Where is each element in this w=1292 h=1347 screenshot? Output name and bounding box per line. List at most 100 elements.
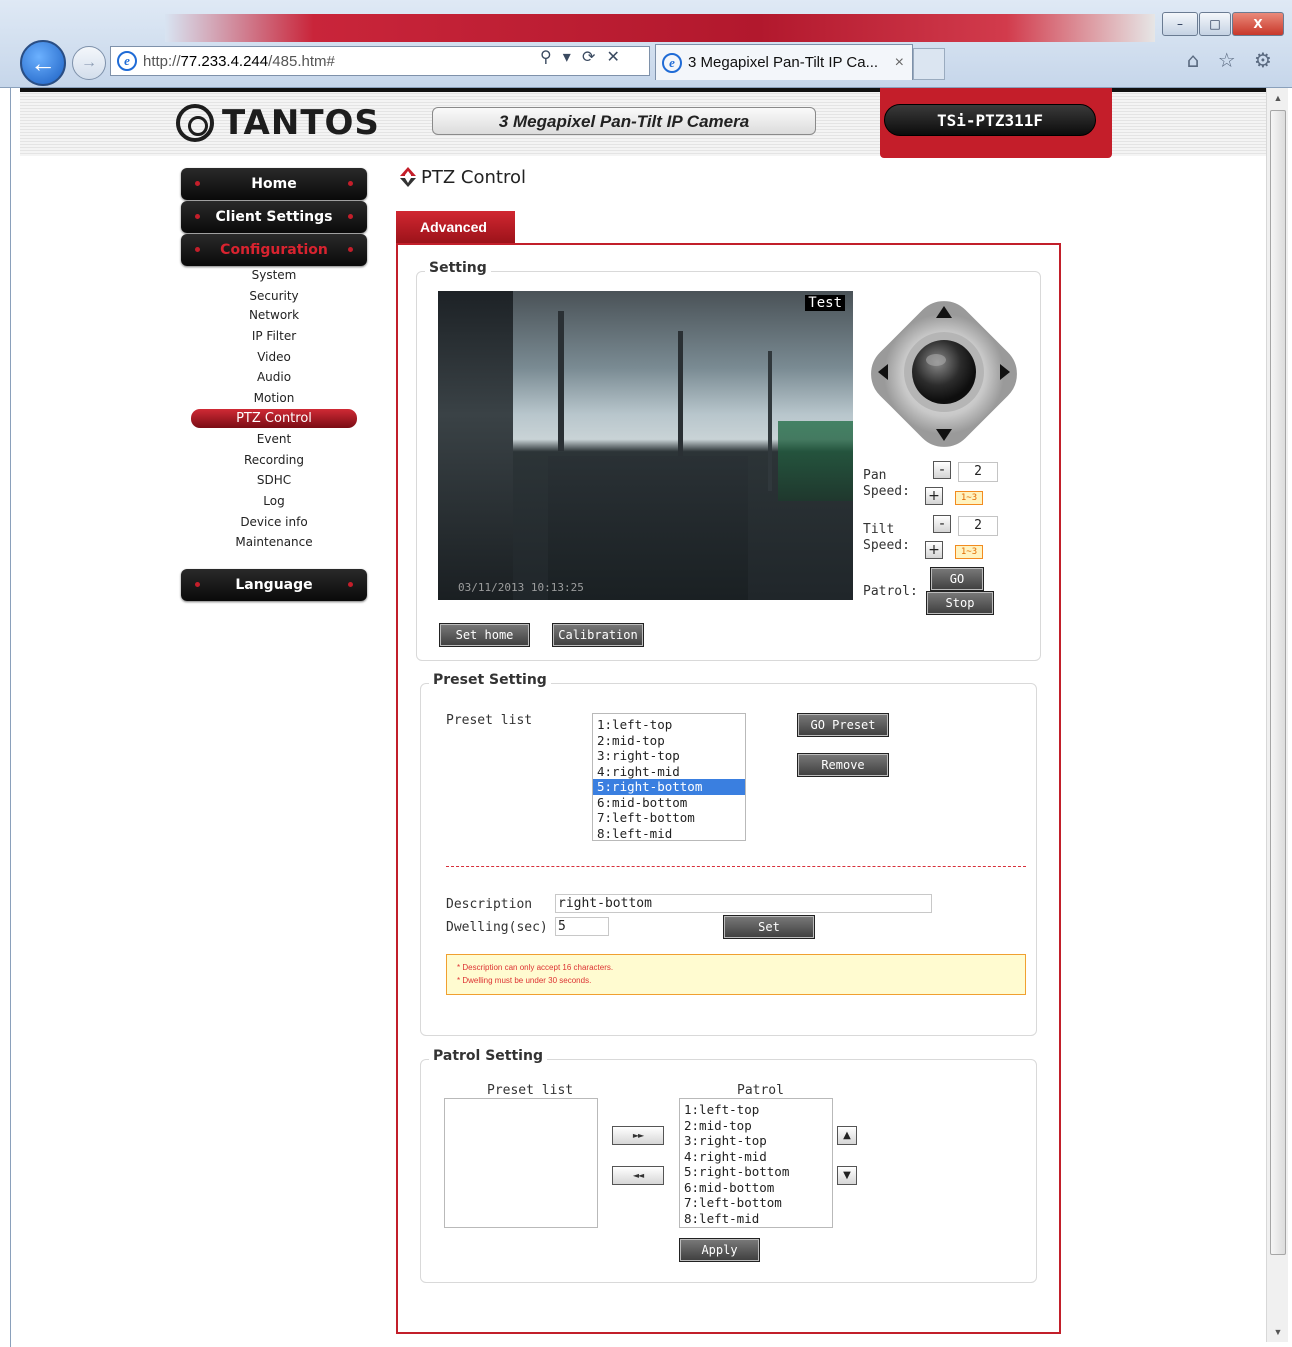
subnav-ip-filter[interactable]: IP Filter bbox=[181, 329, 367, 343]
pan-speed-value: 2 bbox=[958, 462, 998, 482]
subnav-network[interactable]: Network bbox=[181, 308, 367, 322]
subnav-video[interactable]: Video bbox=[181, 350, 367, 364]
setting-legend: Setting bbox=[425, 260, 491, 276]
camera-title: 3 Megapixel Pan-Tilt IP Camera bbox=[432, 107, 816, 135]
window-close-button[interactable]: X bbox=[1232, 12, 1284, 36]
tilt-speed-decrease-button[interactable]: - bbox=[933, 515, 951, 533]
patrol-preset-listbox[interactable] bbox=[444, 1098, 598, 1228]
subnav-system[interactable]: System bbox=[181, 268, 367, 282]
subnav-audio[interactable]: Audio bbox=[181, 370, 367, 384]
page-title-text: PTZ Control bbox=[421, 166, 526, 188]
validation-note: * Description can only accept 16 charact… bbox=[446, 954, 1026, 995]
preset-listbox[interactable]: 1:left-top 2:mid-top 3:right-top 4:right… bbox=[592, 713, 746, 841]
patrol-setting-legend: Patrol Setting bbox=[429, 1048, 547, 1064]
video-timestamp: 03/11/2013 10:13:25 bbox=[458, 581, 584, 594]
list-item[interactable]: 4:right-mid bbox=[680, 1149, 832, 1165]
patrol-preset-list-header: Preset list bbox=[487, 1083, 574, 1098]
preset-list-label: Preset list bbox=[446, 713, 533, 728]
list-item[interactable]: 5:right-bottom bbox=[680, 1164, 832, 1180]
video-scene-pillar bbox=[768, 351, 772, 491]
back-button[interactable]: ← bbox=[20, 40, 66, 86]
subnav-log[interactable]: Log bbox=[181, 494, 367, 508]
list-item[interactable]: 7:left-bottom bbox=[680, 1195, 832, 1211]
subnav-sdhc[interactable]: SDHC bbox=[181, 473, 367, 487]
maximize-button[interactable]: □ bbox=[1199, 12, 1231, 36]
dwelling-input[interactable]: 5 bbox=[555, 917, 609, 936]
refresh-icon[interactable]: ⟳ bbox=[582, 47, 598, 66]
tantos-logo-icon bbox=[176, 104, 214, 142]
list-item[interactable]: 7:left-bottom bbox=[593, 810, 745, 826]
tab-advanced[interactable]: Advanced bbox=[396, 211, 515, 244]
subnav-security[interactable]: Security bbox=[181, 289, 367, 303]
subnav-recording[interactable]: Recording bbox=[181, 453, 367, 467]
apply-patrol-button[interactable]: Apply bbox=[679, 1238, 760, 1262]
move-down-button[interactable]: ▼ bbox=[837, 1166, 857, 1185]
dwelling-label: Dwelling(sec) bbox=[446, 920, 548, 935]
section-divider bbox=[446, 866, 1026, 867]
ptz-joystick[interactable] bbox=[866, 296, 1022, 452]
list-item[interactable]: 8:left-mid bbox=[680, 1211, 832, 1227]
scroll-thumb[interactable] bbox=[1270, 110, 1286, 1255]
list-item[interactable]: 3:right-top bbox=[593, 748, 745, 764]
subnav-event[interactable]: Event bbox=[181, 432, 367, 446]
patrol-label: Patrol: bbox=[863, 584, 918, 599]
stop-icon[interactable]: ✕ bbox=[606, 47, 622, 66]
video-scene-pillar bbox=[558, 311, 564, 451]
note-line: * Description can only accept 16 charact… bbox=[457, 963, 614, 972]
tab-title: 3 Megapixel Pan-Tilt IP Ca... bbox=[688, 54, 879, 71]
browser-tab[interactable]: e 3 Megapixel Pan-Tilt IP Ca... × bbox=[655, 44, 913, 80]
pan-speed-increase-button[interactable]: + bbox=[925, 487, 943, 505]
pan-speed-range: 1~3 bbox=[955, 491, 983, 505]
tab-close-icon[interactable]: × bbox=[895, 54, 904, 72]
subnav-motion[interactable]: Motion bbox=[181, 391, 367, 405]
scroll-down-icon[interactable]: ▼ bbox=[1267, 1322, 1289, 1342]
list-item[interactable]: 4:right-mid bbox=[593, 764, 745, 780]
new-tab-button[interactable] bbox=[913, 48, 945, 80]
set-preset-button[interactable]: Set bbox=[723, 915, 815, 939]
forward-button[interactable]: → bbox=[72, 46, 106, 80]
subnav-ptz-control[interactable]: PTZ Control bbox=[191, 409, 357, 428]
calibration-button[interactable]: Calibration bbox=[552, 623, 644, 647]
minimize-button[interactable]: – bbox=[1162, 12, 1198, 36]
preset-setting-legend: Preset Setting bbox=[429, 672, 551, 688]
list-item[interactable]: 2:mid-top bbox=[593, 733, 745, 749]
list-item[interactable]: 6:mid-bottom bbox=[680, 1180, 832, 1196]
list-item[interactable]: 2:mid-top bbox=[680, 1118, 832, 1134]
patrol-stop-button[interactable]: Stop bbox=[926, 591, 994, 615]
vertical-scrollbar[interactable]: ▲ ▼ bbox=[1266, 88, 1288, 1342]
subnav-maintenance[interactable]: Maintenance bbox=[181, 535, 367, 549]
list-item[interactable]: 1:left-top bbox=[593, 717, 745, 733]
list-item-selected[interactable]: 5:right-bottom bbox=[593, 779, 745, 795]
ie-logo-icon: e bbox=[117, 51, 137, 71]
nav-client-settings[interactable]: Client Settings bbox=[181, 201, 367, 233]
page-title: PTZ Control bbox=[398, 166, 526, 188]
move-up-button[interactable]: ▲ bbox=[837, 1126, 857, 1145]
scroll-up-icon[interactable]: ▲ bbox=[1267, 88, 1289, 108]
patrol-listbox[interactable]: 1:left-top 2:mid-top 3:right-top 4:right… bbox=[679, 1098, 833, 1228]
list-item[interactable]: 1:left-top bbox=[680, 1102, 832, 1118]
tab-favicon-icon: e bbox=[662, 52, 682, 73]
remove-from-patrol-button[interactable]: ◄◄ bbox=[612, 1166, 664, 1185]
list-item[interactable]: 8:left-mid bbox=[593, 826, 745, 841]
tilt-speed-label: Tilt Speed: bbox=[863, 522, 910, 553]
browser-right-tools[interactable]: ⌂ ☆ ⚙ bbox=[1187, 48, 1278, 72]
tilt-speed-value: 2 bbox=[958, 516, 998, 536]
add-to-patrol-button[interactable]: ►► bbox=[612, 1126, 664, 1145]
list-item[interactable]: 3:right-top bbox=[680, 1133, 832, 1149]
patrol-go-button[interactable]: GO bbox=[930, 567, 984, 591]
nav-language[interactable]: Language bbox=[181, 569, 367, 601]
note-line: * Dwelling must be under 30 seconds. bbox=[457, 976, 592, 985]
nav-home[interactable]: Home bbox=[181, 168, 367, 200]
subnav-device-info[interactable]: Device info bbox=[181, 515, 367, 529]
pan-speed-decrease-button[interactable]: - bbox=[933, 461, 951, 479]
nav-configuration[interactable]: Configuration bbox=[181, 234, 367, 266]
tilt-speed-increase-button[interactable]: + bbox=[925, 541, 943, 559]
set-home-button[interactable]: Set home bbox=[439, 623, 530, 647]
go-preset-button[interactable]: GO Preset bbox=[797, 713, 889, 737]
description-input[interactable]: right-bottom bbox=[555, 894, 932, 913]
patrol-header: Patrol bbox=[737, 1083, 784, 1098]
list-item[interactable]: 6:mid-bottom bbox=[593, 795, 745, 811]
search-icon[interactable]: ⚲ ▾ bbox=[540, 47, 574, 66]
remove-preset-button[interactable]: Remove bbox=[797, 753, 889, 777]
tilt-speed-range: 1~3 bbox=[955, 545, 983, 559]
